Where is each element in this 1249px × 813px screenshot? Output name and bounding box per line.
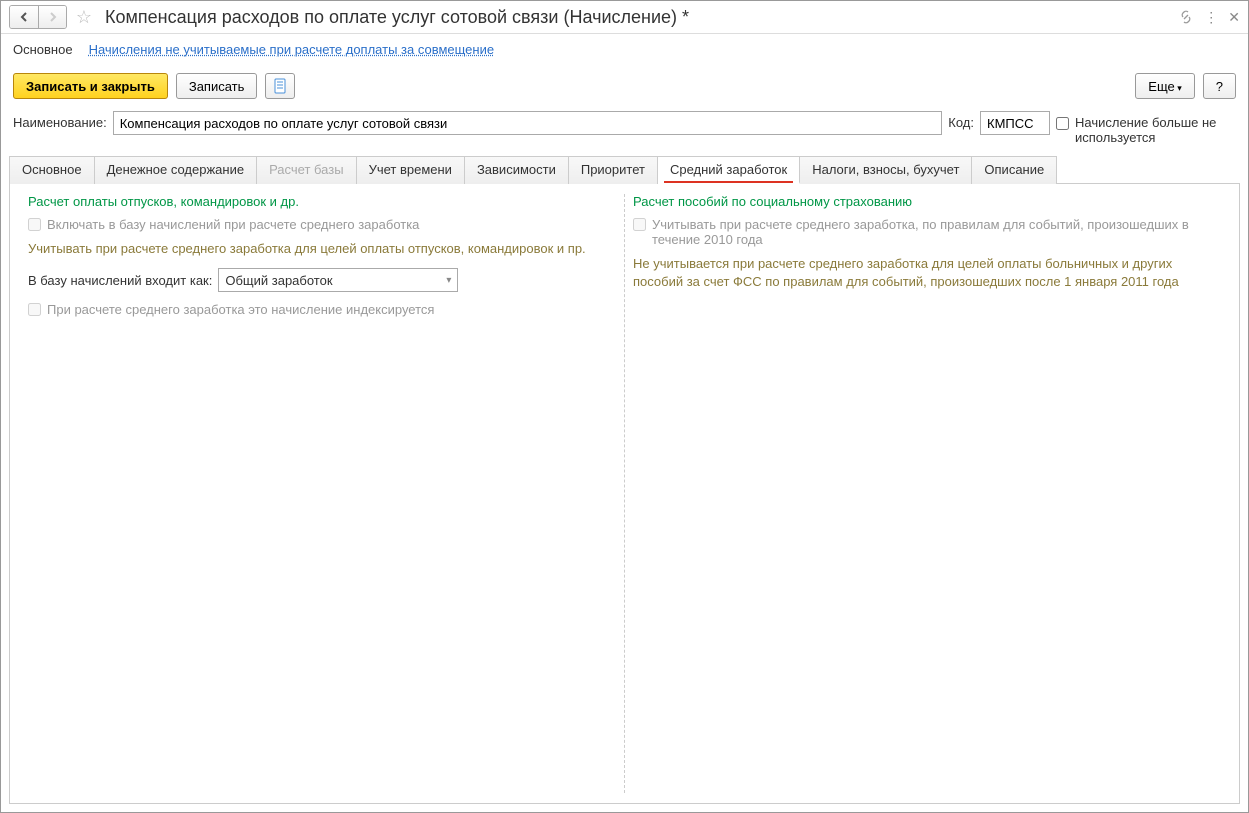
back-button[interactable] bbox=[10, 6, 38, 28]
base-as-select[interactable]: Общий заработок bbox=[218, 268, 458, 292]
menu-icon[interactable]: ⋮ bbox=[1204, 9, 1218, 26]
code-label: Код: bbox=[948, 111, 974, 130]
favorite-icon[interactable]: ☆ bbox=[73, 6, 95, 28]
save-button[interactable]: Записать bbox=[176, 73, 258, 99]
tab-deps[interactable]: Зависимости bbox=[465, 156, 569, 184]
document-icon-button[interactable] bbox=[265, 73, 295, 99]
help-button[interactable]: ? bbox=[1203, 73, 1236, 99]
left-section-title: Расчет оплаты отпусков, командировок и д… bbox=[28, 194, 616, 209]
name-label: Наименование: bbox=[13, 111, 107, 130]
rule2010-label: Учитывать при расчете среднего заработка… bbox=[652, 217, 1221, 247]
not-used-label: Начисление больше не используется bbox=[1075, 115, 1236, 145]
right-hint: Не учитывается при расчете среднего зара… bbox=[633, 255, 1221, 291]
window-title: Компенсация расходов по оплате услуг сот… bbox=[101, 7, 1174, 28]
index-checkbox bbox=[28, 303, 41, 316]
more-button[interactable]: Еще bbox=[1135, 73, 1194, 99]
index-label: При расчете среднего заработка это начис… bbox=[47, 302, 434, 317]
left-hint: Учитывать при расчете среднего заработка… bbox=[28, 240, 616, 258]
include-base-label: Включать в базу начислений при расчете с… bbox=[47, 217, 419, 232]
not-used-checkbox[interactable] bbox=[1056, 117, 1069, 130]
tab-money[interactable]: Денежное содержание bbox=[95, 156, 257, 184]
name-input[interactable] bbox=[113, 111, 943, 135]
right-section-title: Расчет пособий по социальному страховани… bbox=[633, 194, 1221, 209]
tab-base[interactable]: Расчет базы bbox=[257, 156, 357, 184]
link-icon[interactable] bbox=[1178, 9, 1194, 25]
rule2010-checkbox bbox=[633, 218, 646, 231]
tab-priority[interactable]: Приоритет bbox=[569, 156, 658, 184]
tab-desc[interactable]: Описание bbox=[972, 156, 1057, 184]
save-and-close-button[interactable]: Записать и закрыть bbox=[13, 73, 168, 99]
nav-link-exclusions[interactable]: Начисления не учитываемые при расчете до… bbox=[89, 42, 495, 57]
code-input[interactable] bbox=[980, 111, 1050, 135]
tabs: Основное Денежное содержание Расчет базы… bbox=[9, 155, 1240, 184]
tab-average[interactable]: Средний заработок bbox=[658, 156, 800, 184]
tab-main[interactable]: Основное bbox=[9, 156, 95, 184]
tab-time[interactable]: Учет времени bbox=[357, 156, 465, 184]
nav-main[interactable]: Основное bbox=[13, 42, 73, 57]
include-base-checkbox bbox=[28, 218, 41, 231]
base-as-label: В базу начислений входит как: bbox=[28, 273, 212, 288]
forward-button[interactable] bbox=[38, 6, 66, 28]
close-button[interactable]: ✕ bbox=[1228, 9, 1240, 26]
tab-taxes[interactable]: Налоги, взносы, бухучет bbox=[800, 156, 972, 184]
